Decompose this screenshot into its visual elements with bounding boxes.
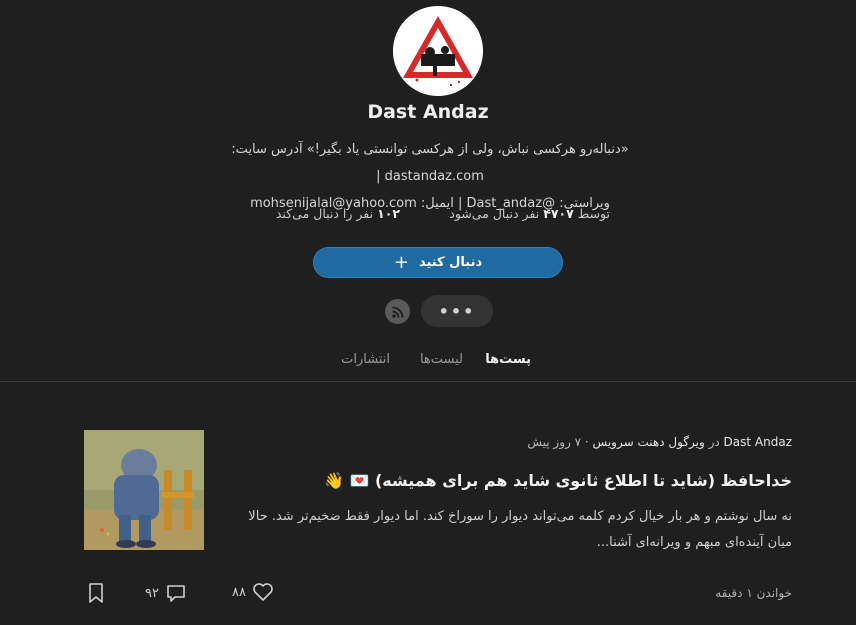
followers-prefix: توسط [577, 206, 610, 221]
heart-icon [252, 582, 274, 602]
bio-line-1: «دنباله‌رو هرکسی نباش، ولی از هرکسی توان… [231, 142, 629, 184]
follow-label: دنبال کنید [418, 255, 483, 270]
tab-posts[interactable]: پست‌ها [485, 352, 531, 367]
profile-name: Dast Andaz [367, 101, 489, 123]
meta-separator: · [584, 435, 589, 449]
plus-icon: + [393, 251, 409, 273]
profile-bio: «دنباله‌رو هرکسی نباش، ولی از هرکسی توان… [180, 136, 680, 217]
post-publication[interactable]: ویرگول دهنت سرویس [593, 435, 705, 449]
dast-andaz-logo [393, 6, 483, 96]
comment-icon [165, 582, 187, 604]
post-thumbnail-painting [84, 430, 204, 550]
post-read-time: خواندن ۱ دقیقه [715, 586, 792, 600]
post-in-word: در [708, 435, 720, 449]
following-stat[interactable]: ۱۰۲ نفر را دنبال می‌کند [276, 206, 400, 221]
post-title-row[interactable]: خداحافظ (شاید تا اطلاع ثانوی شاید هم برا… [324, 471, 792, 490]
following-suffix: نفر را دنبال می‌کند [275, 206, 374, 221]
bookmark-icon [87, 582, 105, 604]
post-meta: Dast Andaz در ویرگول دهنت سرویس · ۷ روز … [527, 435, 792, 449]
tab-publications[interactable]: انتشارات [341, 352, 390, 367]
post-excerpt[interactable]: نه سال نوشتم و هر بار خیال کردم کلمه می‌… [222, 504, 792, 556]
like-button[interactable]: ۸۸ [232, 582, 274, 602]
post-time: ۷ روز پیش [527, 435, 582, 449]
post-thumbnail[interactable] [84, 430, 204, 550]
rss-icon[interactable] [385, 299, 410, 324]
like-count: ۸۸ [232, 584, 246, 600]
more-dots: ••• [438, 301, 476, 321]
bookmark-button[interactable] [87, 582, 105, 604]
post-title-emojis: 💌 👋 [323, 471, 370, 490]
followers-count: ۴۷۰۷ [543, 206, 574, 221]
comment-button[interactable]: ۹۲ [145, 582, 187, 604]
tab-lists[interactable]: لیست‌ها [420, 352, 463, 367]
post-title[interactable]: خداحافظ (شاید تا اطلاع ثانوی شاید هم برا… [375, 471, 792, 490]
following-count: ۱۰۲ [377, 206, 400, 221]
followers-stat[interactable]: توسط ۴۷۰۷ نفر دنبال می‌شود [449, 206, 610, 221]
followers-suffix: نفر دنبال می‌شود [449, 206, 540, 221]
follow-button[interactable]: دنبال کنید + [313, 247, 563, 278]
comment-count: ۹۲ [145, 585, 159, 601]
tabs-divider [0, 381, 856, 382]
profile-avatar [393, 6, 483, 96]
post-author[interactable]: Dast Andaz [724, 435, 792, 449]
more-options-button[interactable]: ••• [421, 295, 493, 327]
